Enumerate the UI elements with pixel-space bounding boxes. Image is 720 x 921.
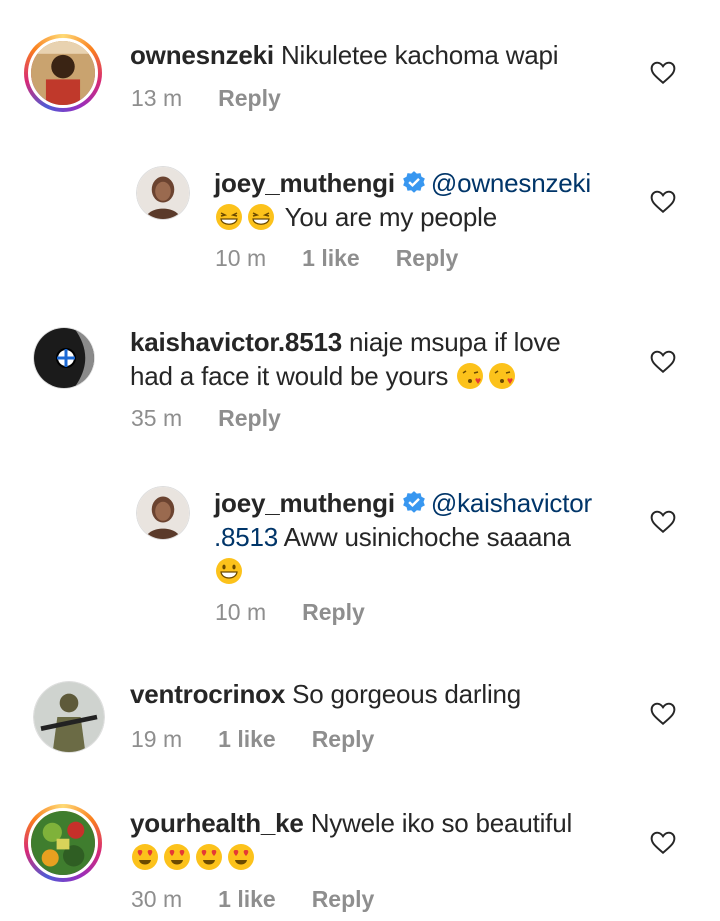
comment-body: You are my people: [284, 202, 498, 232]
comment-username[interactable]: joey_muthengi: [214, 168, 395, 198]
comment-meta: 10 m Reply: [215, 598, 401, 626]
grinning-squint-emoji-icon: [216, 204, 242, 230]
verified-badge-icon: [403, 171, 425, 193]
heart-eyes-emoji-icon: [228, 844, 254, 870]
comment-time: 10 m: [215, 245, 267, 271]
heart-outline-icon[interactable]: [650, 61, 676, 85]
comment-meta: 30 m 1 like Reply: [131, 885, 410, 913]
comment-mention-cont[interactable]: .8513: [214, 522, 278, 552]
verified-badge-icon: [403, 491, 425, 513]
avatar[interactable]: [24, 804, 102, 882]
avatar[interactable]: [33, 327, 95, 389]
comment-body: Aww usinichoche saaana: [283, 522, 571, 552]
comment-username[interactable]: ownesnzeki: [130, 40, 274, 70]
comment-username[interactable]: kaishavictor.8513: [130, 327, 342, 357]
heart-eyes-emoji-icon: [196, 844, 222, 870]
comment-meta: 10 m 1 like Reply: [215, 244, 494, 272]
reply-button[interactable]: Reply: [302, 599, 365, 625]
comment-body-line1: niaje msupa if love: [349, 327, 561, 357]
comment-meta: 13 m Reply: [131, 84, 317, 112]
comment-username[interactable]: yourhealth_ke: [130, 808, 304, 838]
likes-count[interactable]: 1 like: [302, 245, 360, 271]
comment-time: 30 m: [131, 886, 183, 912]
avatar[interactable]: [33, 681, 105, 753]
comment-username[interactable]: ventrocrinox: [130, 679, 285, 709]
comment-text: ventrocrinox So gorgeous darling: [130, 677, 521, 711]
avatar-photo: [137, 167, 189, 219]
avatar-photo: [137, 487, 189, 539]
grinning-emoji-icon: [216, 558, 242, 584]
likes-count[interactable]: 1 like: [218, 886, 276, 912]
comment-body: Nikuletee kachoma wapi: [280, 40, 559, 70]
comment-body: So gorgeous darling: [292, 679, 522, 709]
likes-count[interactable]: 1 like: [218, 726, 276, 752]
kissing-heart-emoji-icon: [489, 363, 516, 389]
comment-text: joey_muthengi @kaishavictor .8513 Aww usi…: [214, 486, 592, 588]
comment-text: kaishavictor.8513 niaje msupa if love ha…: [130, 325, 561, 393]
reply-button[interactable]: Reply: [218, 405, 281, 431]
avatar-photo: [34, 328, 94, 388]
heart-outline-icon[interactable]: [650, 702, 676, 726]
grinning-squint-emoji-icon: [248, 204, 274, 230]
heart-outline-icon[interactable]: [650, 350, 676, 374]
comment-mention[interactable]: @kaishavictor: [431, 488, 592, 518]
comment-body-line2: had a face it would be yours: [130, 361, 449, 391]
avatar-photo: [31, 811, 95, 875]
kissing-heart-emoji-icon: [457, 363, 484, 389]
comment-time: 10 m: [215, 599, 267, 625]
avatar-photo: [31, 41, 95, 105]
comment-mention[interactable]: @ownesnzeki: [431, 168, 591, 198]
comment-username[interactable]: joey_muthengi: [214, 488, 395, 518]
avatar-photo: [34, 682, 104, 752]
avatar[interactable]: [136, 486, 190, 540]
heart-outline-icon[interactable]: [650, 190, 676, 214]
reply-button[interactable]: Reply: [312, 886, 375, 912]
comment-text: ownesnzeki Nikuletee kachoma wapi: [130, 38, 559, 72]
heart-outline-icon[interactable]: [650, 510, 676, 534]
comment-time: 35 m: [131, 405, 183, 431]
comment-time: 13 m: [131, 85, 183, 111]
comment-meta: 19 m 1 like Reply: [131, 725, 410, 753]
reply-button[interactable]: Reply: [396, 245, 459, 271]
heart-eyes-emoji-icon: [164, 844, 190, 870]
reply-button[interactable]: Reply: [312, 726, 375, 752]
comment-text: joey_muthengi @ownesnzeki You are my peop…: [214, 166, 591, 234]
comment-time: 19 m: [131, 726, 183, 752]
avatar[interactable]: [24, 34, 102, 112]
comment-meta: 35 m Reply: [131, 404, 317, 432]
comment-body: Nywele iko so beautiful: [310, 808, 573, 838]
reply-button[interactable]: Reply: [218, 85, 281, 111]
heart-eyes-emoji-icon: [132, 844, 158, 870]
avatar[interactable]: [136, 166, 190, 220]
heart-outline-icon[interactable]: [650, 831, 676, 855]
comment-text: yourhealth_ke Nywele iko so beautiful: [130, 806, 572, 874]
